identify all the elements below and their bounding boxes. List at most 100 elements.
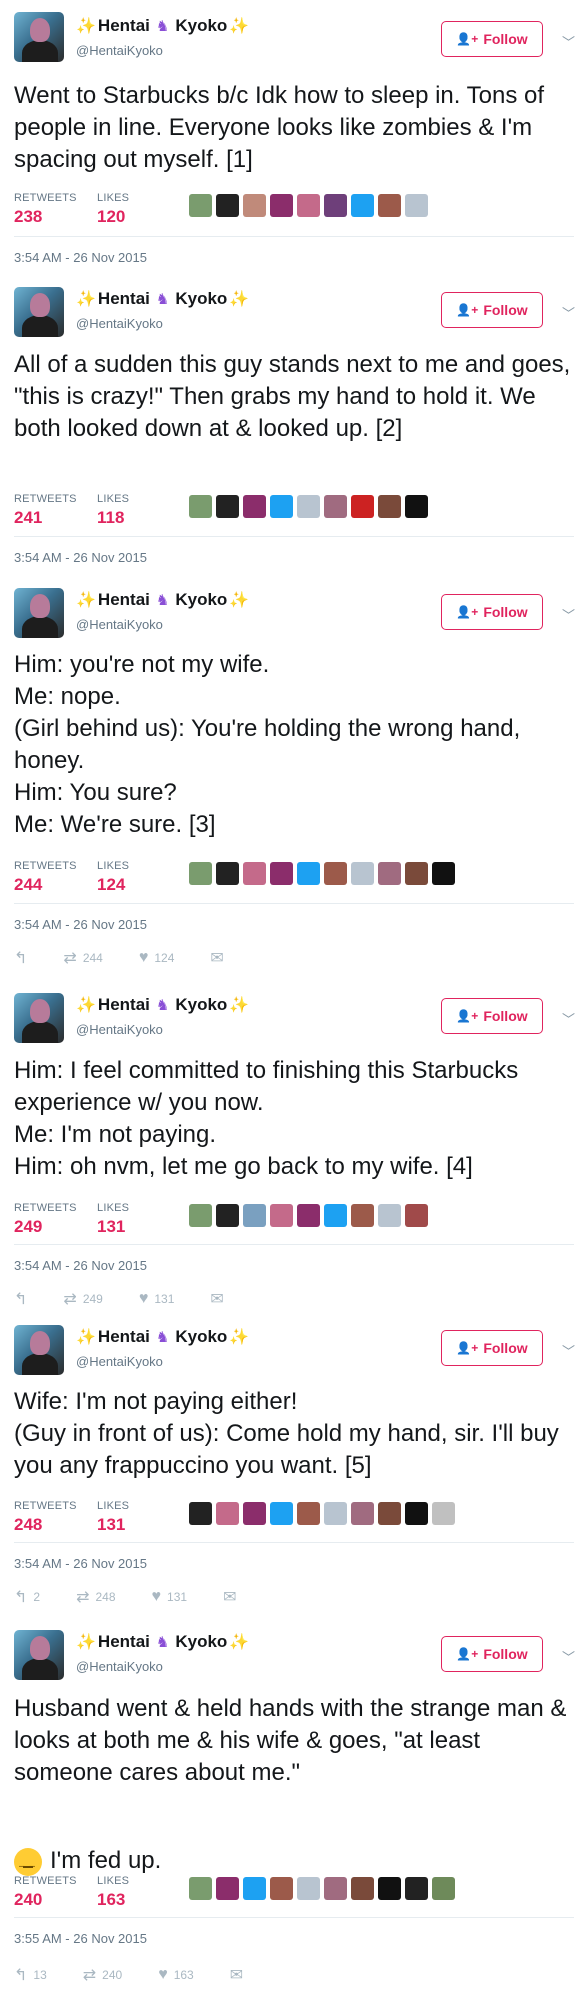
liker-avatar[interactable]: [243, 1502, 266, 1525]
likes-stat[interactable]: LIKES 131: [97, 1202, 129, 1237]
dm-button[interactable]: ✉: [210, 1289, 223, 1309]
liker-avatar[interactable]: [324, 194, 347, 217]
chevron-down-icon[interactable]: ﹀: [562, 1341, 575, 1360]
liker-avatar[interactable]: [270, 1204, 293, 1227]
chevron-down-icon[interactable]: ﹀: [562, 605, 575, 624]
liker-avatar[interactable]: [324, 1877, 347, 1900]
avatar[interactable]: [14, 588, 64, 638]
liker-avatar[interactable]: [378, 1877, 401, 1900]
display-name[interactable]: ✨ Hentai ♞ Kyoko ✨: [76, 289, 249, 309]
liker-avatar[interactable]: [297, 194, 320, 217]
like-button[interactable]: ♥ 163: [158, 1966, 194, 1984]
avatar[interactable]: [14, 1630, 64, 1680]
follow-button[interactable]: 👤+ Follow: [441, 594, 543, 630]
liker-avatar[interactable]: [432, 862, 455, 885]
liker-avatar[interactable]: [270, 862, 293, 885]
liker-avatar[interactable]: [297, 1204, 320, 1227]
liker-avatar[interactable]: [405, 495, 428, 518]
user-handle[interactable]: @HentaiKyoko: [76, 316, 163, 331]
liker-avatar[interactable]: [351, 1877, 374, 1900]
liker-avatar[interactable]: [351, 1204, 374, 1227]
liker-avatar[interactable]: [270, 194, 293, 217]
liker-avatar[interactable]: [297, 495, 320, 518]
display-name[interactable]: ✨ Hentai ♞ Kyoko ✨: [76, 995, 249, 1015]
chevron-down-icon[interactable]: ﹀: [562, 1009, 575, 1028]
liker-avatar[interactable]: [189, 194, 212, 217]
liker-avatar[interactable]: [324, 862, 347, 885]
reply-button[interactable]: ↰: [14, 948, 27, 968]
liker-avatar[interactable]: [378, 194, 401, 217]
liker-avatar[interactable]: [216, 495, 239, 518]
liker-avatar[interactable]: [297, 1502, 320, 1525]
liker-avatar[interactable]: [243, 862, 266, 885]
liker-avatar[interactable]: [216, 1502, 239, 1525]
avatar[interactable]: [14, 1325, 64, 1375]
liker-avatar[interactable]: [189, 862, 212, 885]
liker-avatar[interactable]: [405, 1502, 428, 1525]
retweets-stat[interactable]: RETWEETS 240: [14, 1875, 77, 1910]
likes-stat[interactable]: LIKES 120: [97, 192, 129, 227]
avatar[interactable]: [14, 12, 64, 62]
liker-avatar[interactable]: [378, 495, 401, 518]
liker-avatar[interactable]: [189, 1502, 212, 1525]
timestamp[interactable]: 3:54 AM - 26 Nov 2015: [14, 250, 147, 265]
liker-avatar[interactable]: [297, 1877, 320, 1900]
liker-avatar[interactable]: [324, 495, 347, 518]
reply-button[interactable]: ↰ 2: [14, 1587, 40, 1607]
liker-avatar[interactable]: [378, 862, 401, 885]
avatar[interactable]: [14, 287, 64, 337]
timestamp[interactable]: 3:54 AM - 26 Nov 2015: [14, 1556, 147, 1571]
dm-button[interactable]: ✉: [210, 948, 223, 968]
retweets-stat[interactable]: RETWEETS 241: [14, 493, 77, 528]
user-handle[interactable]: @HentaiKyoko: [76, 1659, 163, 1674]
follow-button[interactable]: 👤+ Follow: [441, 1330, 543, 1366]
liker-avatar[interactable]: [324, 1502, 347, 1525]
like-button[interactable]: ♥ 124: [139, 949, 175, 967]
timestamp[interactable]: 3:54 AM - 26 Nov 2015: [14, 917, 147, 932]
chevron-down-icon[interactable]: ﹀: [562, 1647, 575, 1666]
liker-avatar[interactable]: [216, 1877, 239, 1900]
liker-avatar[interactable]: [405, 862, 428, 885]
liker-avatar[interactable]: [405, 194, 428, 217]
retweet-button[interactable]: ⇄ 248: [76, 1587, 115, 1607]
reply-button[interactable]: ↰: [14, 1289, 27, 1309]
liker-avatar[interactable]: [351, 495, 374, 518]
liker-avatar[interactable]: [270, 1877, 293, 1900]
liker-avatar[interactable]: [216, 862, 239, 885]
liker-avatar[interactable]: [351, 862, 374, 885]
chevron-down-icon[interactable]: ﹀: [562, 303, 575, 322]
follow-button[interactable]: 👤+ Follow: [441, 292, 543, 328]
liker-avatar[interactable]: [351, 194, 374, 217]
retweets-stat[interactable]: RETWEETS 248: [14, 1500, 77, 1535]
like-button[interactable]: ♥ 131: [139, 1290, 175, 1308]
retweet-button[interactable]: ⇄ 249: [63, 1289, 102, 1309]
follow-button[interactable]: 👤+ Follow: [441, 21, 543, 57]
liker-avatar[interactable]: [270, 1502, 293, 1525]
display-name[interactable]: ✨ Hentai ♞ Kyoko ✨: [76, 16, 249, 36]
liker-avatar[interactable]: [432, 1877, 455, 1900]
liker-avatar[interactable]: [216, 194, 239, 217]
liker-avatar[interactable]: [351, 1502, 374, 1525]
liker-avatar[interactable]: [270, 495, 293, 518]
display-name[interactable]: ✨ Hentai ♞ Kyoko ✨: [76, 1327, 249, 1347]
user-handle[interactable]: @HentaiKyoko: [76, 43, 163, 58]
liker-avatar[interactable]: [405, 1877, 428, 1900]
display-name[interactable]: ✨ Hentai ♞ Kyoko ✨: [76, 1632, 249, 1652]
liker-avatar[interactable]: [243, 194, 266, 217]
liker-avatar[interactable]: [189, 1877, 212, 1900]
liker-avatar[interactable]: [378, 1502, 401, 1525]
chevron-down-icon[interactable]: ﹀: [562, 32, 575, 51]
like-button[interactable]: ♥ 131: [152, 1588, 188, 1606]
retweet-button[interactable]: ⇄ 240: [83, 1965, 122, 1985]
liker-avatar[interactable]: [405, 1204, 428, 1227]
dm-button[interactable]: ✉: [223, 1587, 236, 1607]
follow-button[interactable]: 👤+ Follow: [441, 1636, 543, 1672]
retweet-button[interactable]: ⇄ 244: [63, 948, 102, 968]
likes-stat[interactable]: LIKES 124: [97, 860, 129, 895]
liker-avatar[interactable]: [189, 495, 212, 518]
liker-avatar[interactable]: [243, 1204, 266, 1227]
liker-avatar[interactable]: [243, 1877, 266, 1900]
display-name[interactable]: ✨ Hentai ♞ Kyoko ✨: [76, 590, 249, 610]
retweets-stat[interactable]: RETWEETS 249: [14, 1202, 77, 1237]
timestamp[interactable]: 3:54 AM - 26 Nov 2015: [14, 1258, 147, 1273]
